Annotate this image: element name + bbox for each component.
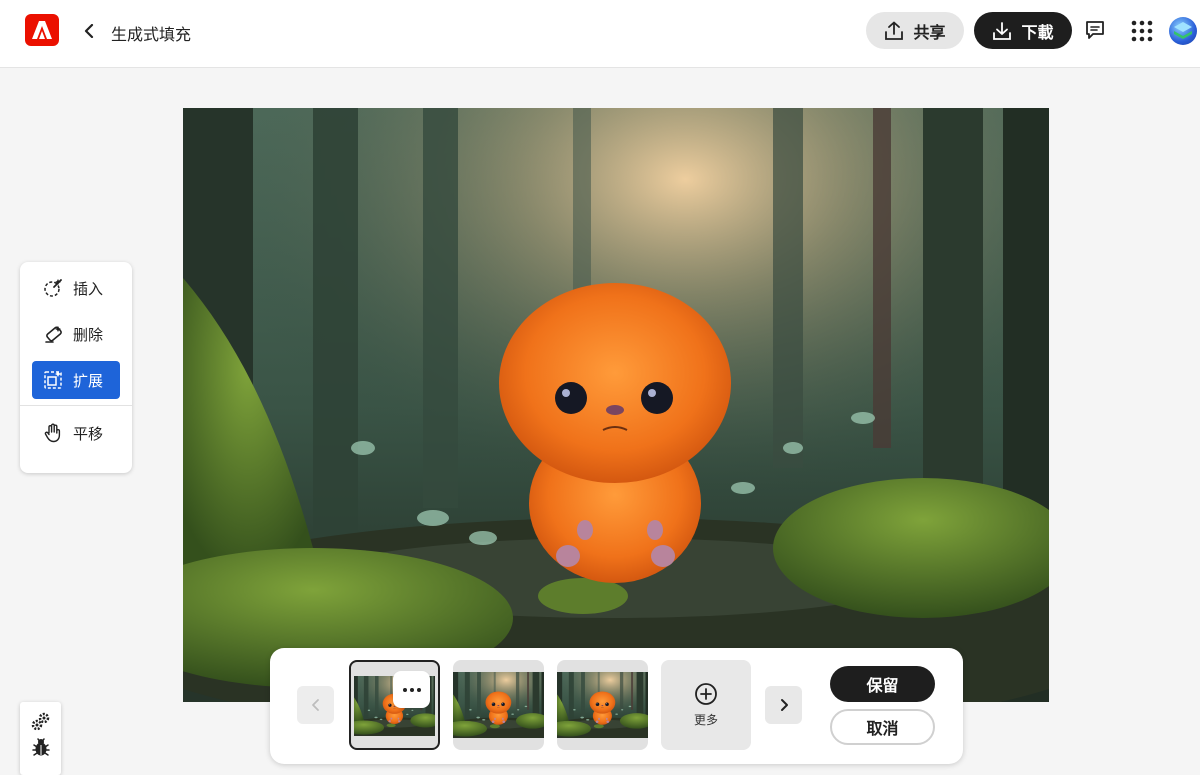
more-variations-button[interactable]: 更多 — [661, 660, 751, 750]
grid-icon — [1131, 20, 1153, 42]
top-header: 生成式填充 共享 下載 — [0, 0, 1200, 68]
gears-icon[interactable] — [30, 710, 52, 732]
tool-insert[interactable]: 插入 — [32, 269, 120, 307]
variation-thumbnail-2[interactable] — [453, 660, 544, 750]
forest-creature-image — [183, 108, 1049, 702]
thumbnail-image — [557, 672, 648, 738]
variation-thumbnail-1[interactable] — [349, 660, 440, 750]
expand-icon — [44, 371, 62, 389]
page-title: 生成式填充 — [111, 27, 192, 44]
insert-brush-icon — [44, 279, 62, 297]
avatar[interactable] — [1169, 17, 1197, 45]
cancel-button[interactable]: 取消 — [830, 709, 935, 745]
plus-circle-icon — [695, 683, 717, 705]
apps-button[interactable] — [1131, 20, 1153, 42]
thumbnail-image — [453, 672, 544, 738]
variation-thumbnail-3[interactable] — [557, 660, 648, 750]
canvas-image[interactable] — [183, 108, 1049, 702]
upload-icon — [885, 21, 904, 40]
tool-remove[interactable]: 删除 — [32, 315, 120, 353]
next-button[interactable] — [765, 686, 802, 724]
download-icon — [993, 21, 1012, 40]
tool-label: 删除 — [73, 326, 104, 344]
share-button[interactable]: 共享 — [866, 12, 964, 49]
share-label: 共享 — [913, 24, 946, 42]
comment-icon — [1086, 21, 1104, 39]
previous-button[interactable] — [297, 686, 334, 724]
more-label: 更多 — [693, 713, 718, 727]
tool-label: 平移 — [73, 425, 104, 443]
divider — [20, 405, 132, 406]
tool-expand[interactable]: 扩展 — [32, 361, 120, 399]
comment-button[interactable] — [1084, 19, 1108, 43]
ellipsis-icon — [402, 687, 421, 692]
more-options-button[interactable] — [393, 671, 430, 708]
debug-panel — [20, 702, 61, 775]
download-label: 下載 — [1021, 24, 1054, 42]
chevron-right-icon — [780, 699, 788, 711]
bug-icon[interactable] — [30, 736, 52, 758]
back-button[interactable] — [78, 20, 100, 42]
keep-button[interactable]: 保留 — [830, 666, 935, 702]
adobe-logo-icon[interactable] — [25, 14, 59, 46]
chevron-left-icon — [84, 24, 94, 38]
download-button[interactable]: 下載 — [974, 12, 1072, 49]
tool-panel: 插入 删除 扩展 平移 — [20, 262, 132, 473]
hand-icon — [44, 423, 61, 443]
tool-label: 插入 — [73, 280, 104, 298]
eraser-icon — [45, 326, 62, 343]
tool-pan[interactable]: 平移 — [32, 414, 120, 452]
variations-bar: 更多 保留 取消 — [270, 648, 963, 764]
tool-label: 扩展 — [73, 372, 104, 390]
chevron-left-icon — [311, 699, 319, 711]
